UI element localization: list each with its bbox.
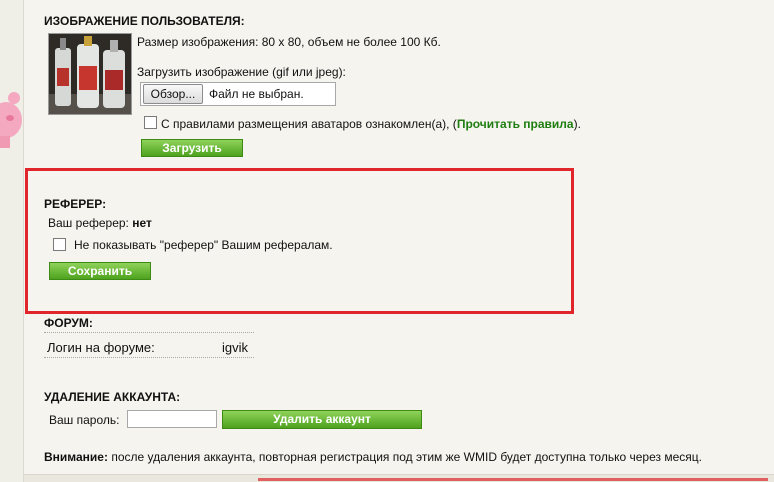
piggy-bank-icon xyxy=(0,92,22,148)
avatar-bottles-icon xyxy=(49,34,131,114)
browse-button[interactable]: Обзор... xyxy=(143,84,203,104)
delete-account-button[interactable]: Удалить аккаунт xyxy=(222,410,422,429)
forum-login-value: igvik xyxy=(222,340,249,355)
referrer-value: нет xyxy=(132,216,152,230)
forum-divider-top xyxy=(44,332,254,333)
password-label: Ваш пароль: xyxy=(49,413,120,427)
read-rules-link[interactable]: Прочитать правила xyxy=(457,117,574,131)
warning-text: после удаления аккаунта, повторная регис… xyxy=(111,450,702,464)
warning-label: Внимание: xyxy=(44,450,108,464)
referrer-label: Ваш реферер: xyxy=(48,216,129,230)
avatar-rules-text: С правилами размещения аватаров ознакомл… xyxy=(161,117,457,131)
save-button[interactable]: Сохранить xyxy=(49,262,151,280)
hide-referrer-checkbox[interactable] xyxy=(53,238,66,251)
password-input[interactable] xyxy=(127,410,217,428)
avatar-rules-line: С правилами размещения аватаров ознакомл… xyxy=(161,117,581,131)
file-status-text: Файл не выбран. xyxy=(209,87,304,101)
referrer-section-title: РЕФЕРЕР: xyxy=(44,197,107,211)
upload-button[interactable]: Загрузить xyxy=(141,139,243,157)
avatar-rules-close: ). xyxy=(573,117,581,131)
referrer-line: Ваш реферер: нет xyxy=(48,216,152,230)
avatar-upload-label: Загрузить изображение (gif или jpeg): xyxy=(137,65,346,79)
avatar-size-info: Размер изображения: 80 x 80, объем не бо… xyxy=(137,35,441,49)
left-gutter xyxy=(0,0,24,482)
bottom-red-bar xyxy=(258,478,768,481)
avatar-image xyxy=(48,33,132,115)
forum-section-title: ФОРУМ: xyxy=(44,316,93,330)
warning-line: Внимание: после удаления аккаунта, повто… xyxy=(44,450,702,464)
avatar-rules-checkbox[interactable] xyxy=(144,116,157,129)
forum-login-label: Логин на форуме: xyxy=(47,340,155,355)
delete-account-section-title: УДАЛЕНИЕ АККАУНТА: xyxy=(44,390,181,404)
avatar-file-input[interactable]: Обзор... Файл не выбран. xyxy=(140,82,336,106)
avatar-section-title: ИЗОБРАЖЕНИЕ ПОЛЬЗОВАТЕЛЯ: xyxy=(44,14,245,28)
forum-divider-bottom xyxy=(44,357,254,358)
hide-referrer-text: Не показывать "реферер" Вашим рефералам. xyxy=(74,238,333,252)
